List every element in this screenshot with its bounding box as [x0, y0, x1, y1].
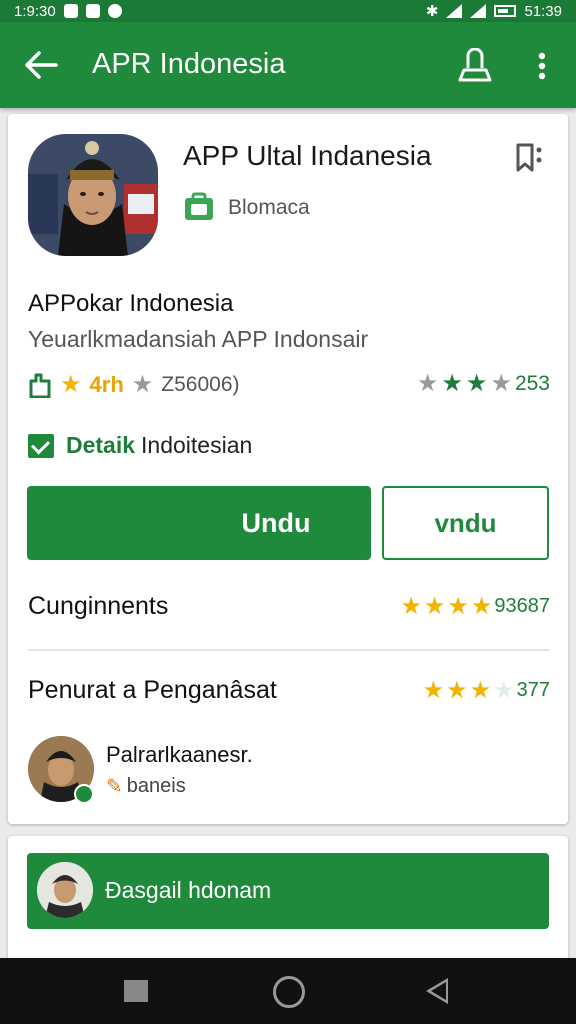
nav-recent-icon[interactable] [124, 980, 148, 1002]
more-vert-icon[interactable] [530, 50, 554, 82]
rating-row-count: 377 [516, 679, 550, 701]
review-count: Z56006) [161, 373, 240, 396]
rating-count-right: 253 [514, 372, 550, 395]
rating-row-label: Cunginnents [28, 592, 169, 620]
star-icon: ★ [465, 370, 488, 397]
reviewer-subtext: ✎ baneis [106, 774, 186, 799]
star-icon: ★ [416, 370, 439, 397]
promo-card: Đasgail hdonam [8, 836, 568, 976]
banner-avatar [37, 862, 93, 918]
signal-icon [470, 4, 487, 18]
badge-icon [29, 373, 51, 398]
status-time: 1:9:30 [14, 2, 56, 20]
download-button[interactable]: Undu [27, 486, 371, 560]
verified-badge-icon [74, 784, 94, 804]
developer-icon [185, 192, 213, 220]
back-arrow-icon[interactable] [24, 50, 58, 80]
nav-back-icon[interactable] [426, 978, 448, 1004]
star-icon: ★ [441, 370, 463, 397]
app-title: APP Ultal Indanesia [183, 140, 432, 171]
bookmark-icon[interactable] [514, 142, 544, 174]
star-icon: ★ [446, 676, 468, 704]
app-subtitle: Yeuarlkmadansiah APP Indonsair [28, 326, 369, 352]
nav-home-icon[interactable] [273, 976, 305, 1008]
app-name: APPokar Indonesia [28, 290, 234, 317]
app-avatar [28, 134, 158, 256]
banner-text: Đasgail hdonam [105, 877, 272, 903]
app-detail-card: APP Ultal Indanesia Blomaca APPokar Indo… [8, 114, 568, 824]
star-icon: ★ [447, 592, 469, 620]
star-icon: ★ [470, 592, 493, 620]
rating-row-comments[interactable]: Cunginnents ★ ★ ★ ★ 93687 [28, 592, 550, 621]
developer-name[interactable]: Blomaca [228, 196, 310, 220]
status-battery-time: 51:39 [524, 2, 562, 20]
star-icon: ★ [493, 676, 515, 704]
account-icon[interactable] [456, 48, 494, 84]
rating-value: 4rh [89, 372, 124, 397]
rating-row-stars: ★ ★ ★ ★ 377 [422, 676, 550, 704]
media-icon [107, 4, 122, 18]
app-bar-title: APR Indonesia [92, 48, 286, 80]
check-icon[interactable] [28, 433, 54, 458]
edit-icon [85, 4, 100, 18]
star-icon: ★ [423, 592, 446, 620]
reviewer-name: Palrarlkaanesr. [106, 742, 253, 767]
star-icon: ★ [131, 371, 154, 398]
rating-stars-right: ★ ★ ★ ★ 253 [417, 372, 550, 396]
wifi-icon [446, 4, 463, 18]
bluetooth-icon: ✱ [425, 3, 439, 20]
star-icon: ★ [422, 676, 445, 704]
app-bar: APR Indonesia [0, 22, 576, 108]
detail-check-row[interactable]: Detaik Indoitesian [28, 432, 252, 459]
star-icon: ★ [60, 371, 82, 398]
notification-icon [63, 4, 78, 18]
star-icon: ★ [490, 370, 512, 397]
pencil-icon: ✎ [106, 776, 123, 798]
divider [28, 649, 550, 651]
promo-banner[interactable]: Đasgail hdonam [27, 853, 549, 929]
rating-row-stars: ★ ★ ★ ★ 93687 [400, 592, 550, 620]
check-label-dark: Indoitesian [141, 432, 253, 458]
star-icon: ★ [469, 676, 492, 704]
secondary-download-button[interactable]: vndu [382, 486, 549, 560]
star-icon: ★ [400, 592, 422, 620]
rating-row-count: 93687 [494, 595, 550, 617]
battery-icon [494, 5, 517, 17]
navigation-bar [0, 958, 576, 1024]
rating-row-reviews[interactable]: Penurat a Penganâsat ★ ★ ★ ★ 377 [28, 676, 550, 705]
reviewer-sub-label: baneis [126, 775, 186, 797]
rating-row-label: Penurat a Penganâsat [28, 676, 277, 704]
rating-summary: ★ 4rh ★ Z56006) [28, 372, 240, 398]
check-label-green: Detaik [66, 432, 136, 458]
status-bar: 1:9:30 ✱ 51:39 [0, 0, 576, 22]
